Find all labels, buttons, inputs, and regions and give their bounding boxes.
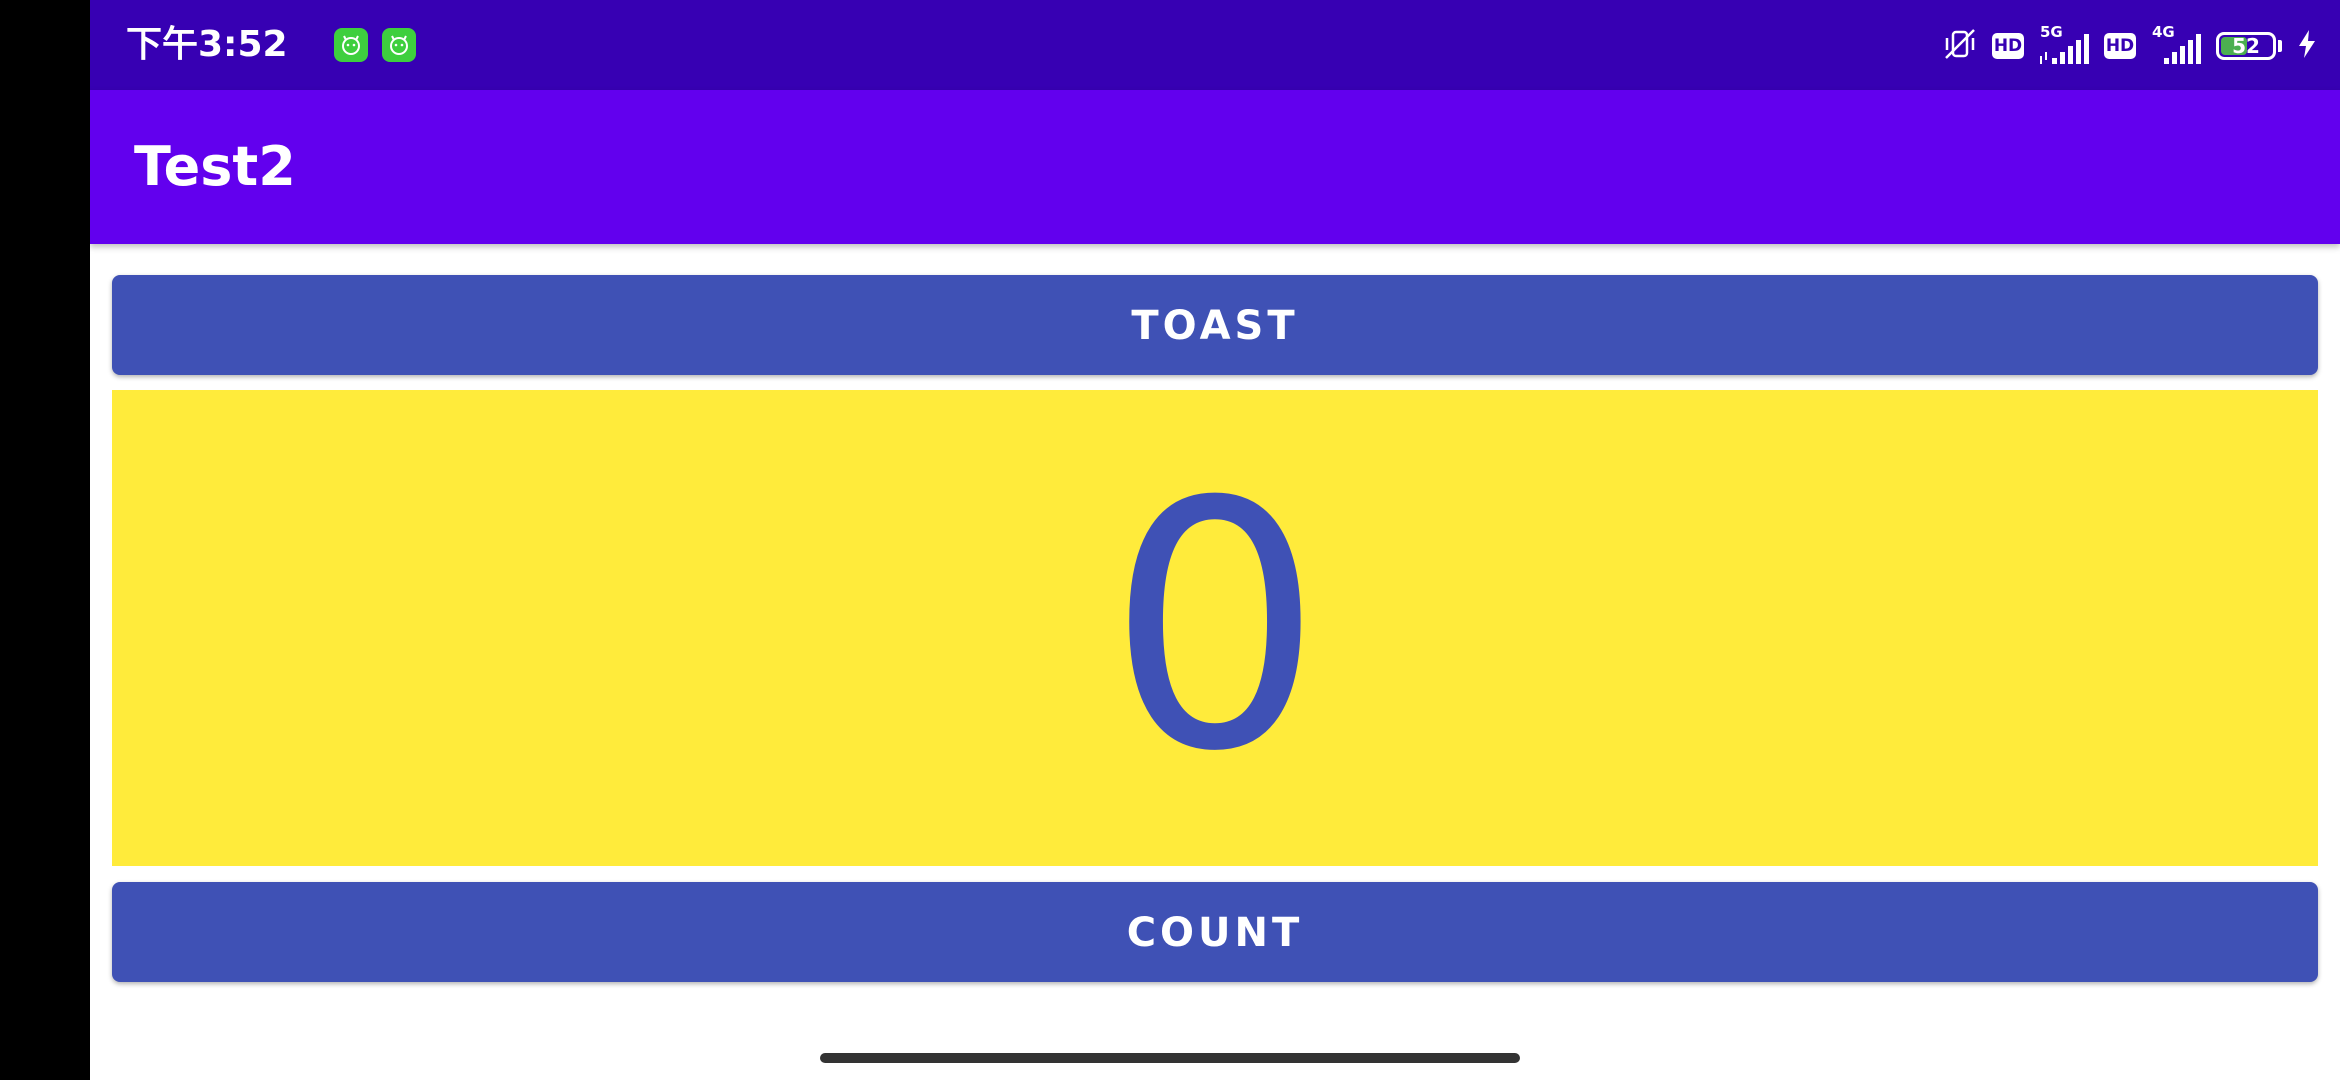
battery-level-text: 52 bbox=[2232, 34, 2260, 58]
app-title: Test2 bbox=[134, 135, 296, 198]
signal-5g-icon: 5G bbox=[2038, 23, 2090, 66]
count-button[interactable]: COUNT bbox=[112, 882, 2318, 982]
vibrate-off-icon bbox=[1942, 26, 1978, 66]
toast-button[interactable]: TOAST bbox=[112, 275, 2318, 375]
app-notification-icon bbox=[382, 28, 416, 62]
status-time: 下午3:52 bbox=[126, 24, 288, 65]
network-type-label: 5G bbox=[2040, 23, 2063, 41]
battery-icon: 52 bbox=[2216, 32, 2276, 60]
hd-icon: HD bbox=[1992, 33, 2024, 59]
status-icons: HD 5G HD 4G 52 bbox=[1942, 23, 2318, 66]
count-value: 0 bbox=[1106, 430, 1324, 826]
network-type-label: 4G bbox=[2152, 23, 2175, 41]
charging-icon bbox=[2296, 28, 2318, 64]
hd-icon: HD bbox=[2104, 33, 2136, 59]
battery-cap bbox=[2278, 40, 2282, 52]
status-bar: 下午3:52 HD 5G HD 4G 52 bbox=[90, 0, 2340, 90]
navigation-handle[interactable] bbox=[820, 1053, 1520, 1063]
app-notification-icon bbox=[334, 28, 368, 62]
app-screen: 下午3:52 HD 5G HD 4G 52 Test2 TOAST 0 COUN… bbox=[90, 0, 2340, 1080]
screen-edge bbox=[0, 0, 90, 1080]
signal-4g-icon: 4G bbox=[2150, 23, 2202, 66]
count-display: 0 bbox=[112, 390, 2318, 866]
app-bar: Test2 bbox=[90, 90, 2340, 244]
